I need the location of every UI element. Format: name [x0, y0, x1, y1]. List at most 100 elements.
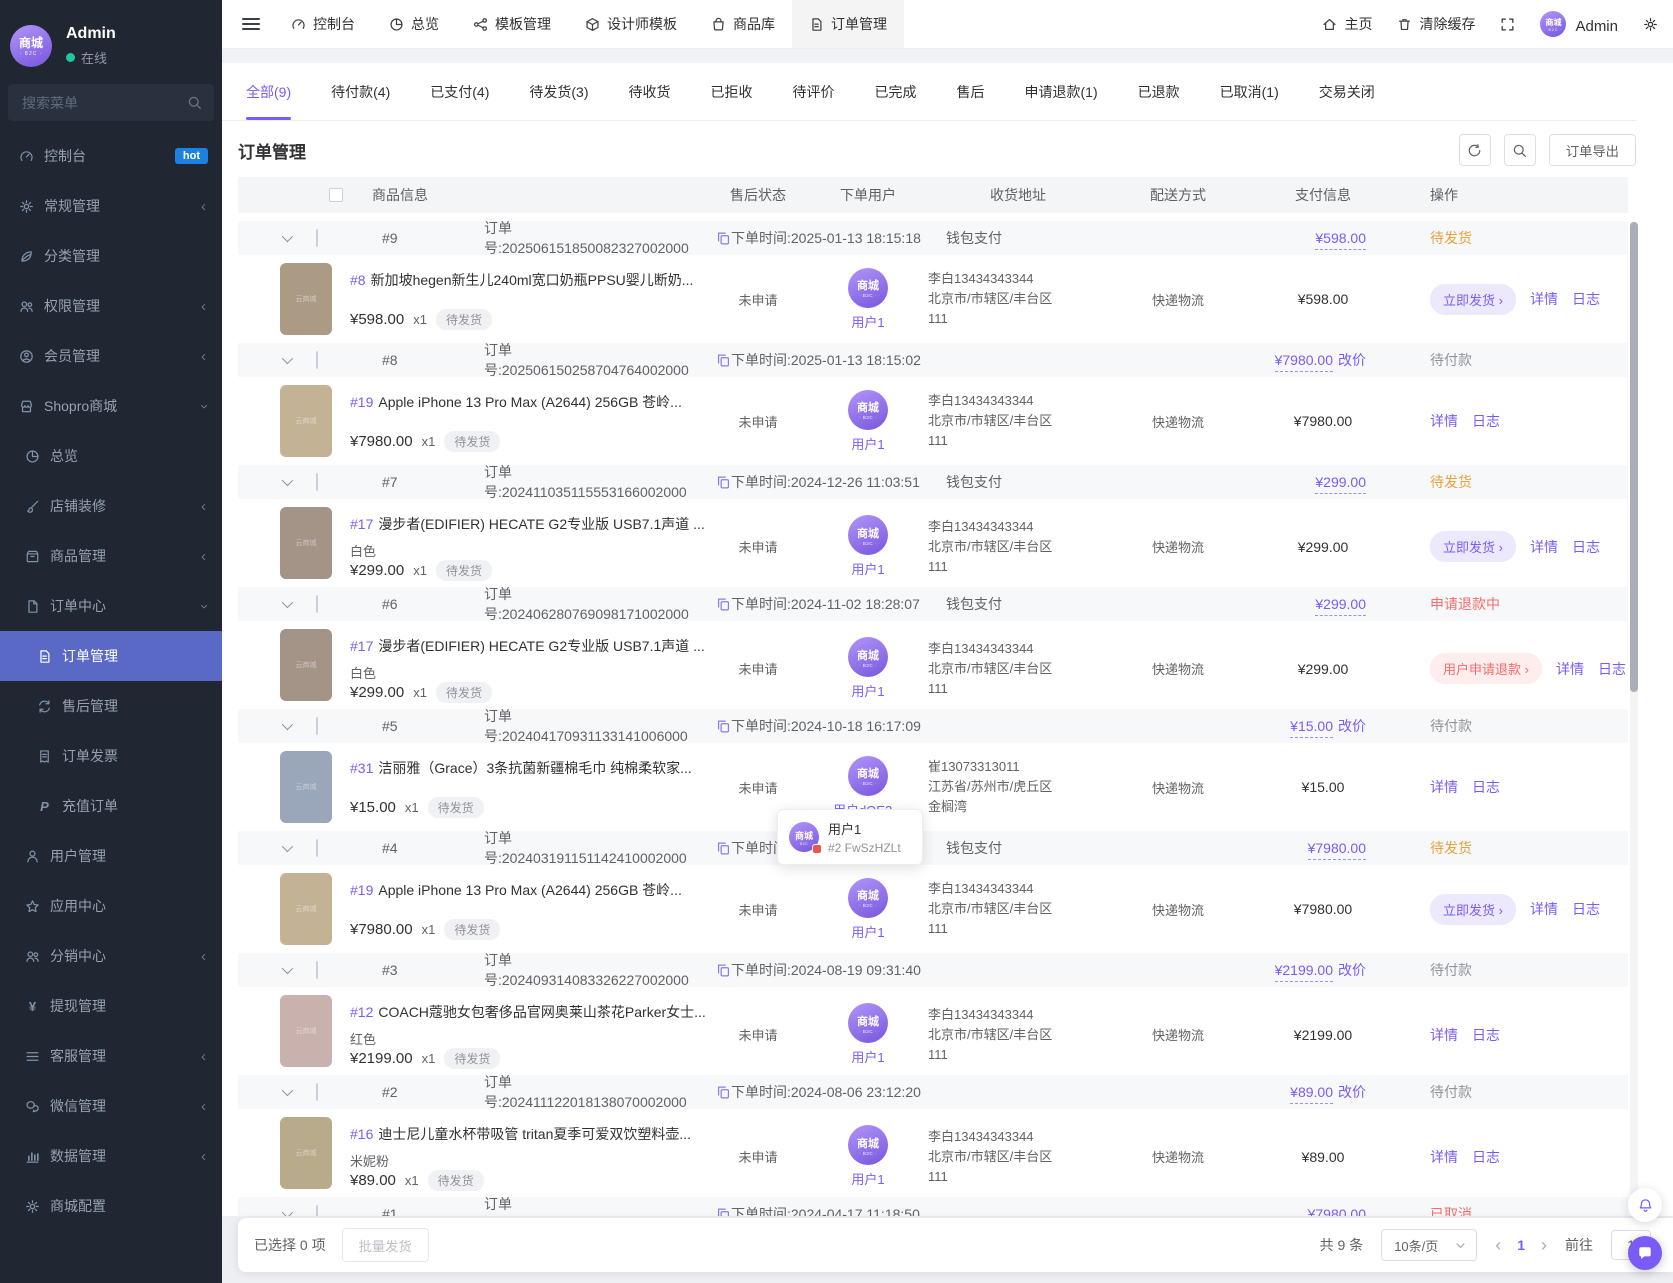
- row-checkbox[interactable]: [316, 1083, 318, 1101]
- log-link[interactable]: 日志: [1472, 411, 1500, 431]
- detail-link[interactable]: 详情: [1530, 289, 1558, 309]
- notification-fab-button[interactable]: [1628, 1188, 1662, 1222]
- change-price-link[interactable]: 改价: [1338, 352, 1366, 368]
- change-price-link[interactable]: 改价: [1338, 1084, 1366, 1100]
- expand-row-button[interactable]: [238, 966, 316, 974]
- detail-link[interactable]: 详情: [1556, 659, 1584, 679]
- row-checkbox[interactable]: [316, 717, 318, 735]
- nav-tab-订单管理[interactable]: 订单管理: [792, 0, 904, 48]
- sidebar-item-分销中心[interactable]: 分销中心‹: [0, 931, 222, 981]
- product-title[interactable]: #12COACH蔻驰女包奢侈品官网奥莱山茶花Parker女士...: [350, 1002, 706, 1022]
- detail-link[interactable]: 详情: [1530, 537, 1558, 557]
- buyer-name-link[interactable]: 用户1: [851, 681, 884, 700]
- sidebar-item-订单管理[interactable]: 订单管理: [0, 631, 222, 681]
- product-id-link[interactable]: #12: [350, 1004, 373, 1020]
- product-id-link[interactable]: #31: [350, 760, 373, 776]
- row-checkbox[interactable]: [316, 351, 318, 369]
- detail-link[interactable]: 详情: [1430, 1025, 1458, 1045]
- product-title[interactable]: #19Apple iPhone 13 Pro Max (A2644) 256GB…: [350, 392, 682, 412]
- product-title[interactable]: #17漫步者(EDIFIER) HECATE G2专业版 USB7.1声道 ..…: [350, 636, 705, 656]
- sidebar-item-订单发票[interactable]: 订单发票: [0, 731, 222, 781]
- buyer-avatar[interactable]: 商城· B2C ·: [848, 390, 888, 430]
- buyer-avatar[interactable]: 商城· B2C ·: [848, 756, 888, 796]
- status-tab-已完成[interactable]: 已完成: [875, 63, 917, 120]
- expand-row-button[interactable]: [238, 844, 316, 852]
- detail-link[interactable]: 详情: [1430, 411, 1458, 431]
- row-checkbox[interactable]: [316, 595, 318, 613]
- buyer-avatar[interactable]: 商城· B2C ·: [848, 637, 888, 677]
- refund-request-button[interactable]: 用户申请退款 ›: [1430, 653, 1542, 684]
- hamburger-icon[interactable]: [242, 18, 260, 30]
- product-title[interactable]: #16迪士尼儿童水杯带吸管 tritan夏季可爱双饮塑料壶...: [350, 1124, 691, 1144]
- product-title[interactable]: #31洁丽雅（Grace）3条抗菌新疆棉毛巾 纯棉柔软家...: [350, 758, 692, 778]
- log-link[interactable]: 日志: [1572, 899, 1600, 919]
- sidebar-item-Shopro商城[interactable]: Shopro商城‹: [0, 381, 222, 431]
- export-orders-button[interactable]: 订单导出: [1549, 134, 1636, 166]
- buyer-name-link[interactable]: 用户1: [851, 312, 884, 331]
- page-size-select[interactable]: 10条/页: [1381, 1229, 1477, 1261]
- sidebar-item-商品管理[interactable]: 商品管理‹: [0, 531, 222, 581]
- amount-value[interactable]: ¥89.00: [1290, 1084, 1333, 1104]
- buyer-name-link[interactable]: 用户1: [851, 922, 884, 941]
- product-thumbnail[interactable]: [280, 629, 332, 701]
- product-thumbnail[interactable]: [280, 263, 332, 335]
- row-checkbox[interactable]: [316, 839, 318, 857]
- search-icon[interactable]: [187, 95, 202, 110]
- select-all-checkbox[interactable]: [329, 188, 343, 202]
- ship-now-button[interactable]: 立即发货 ›: [1430, 284, 1516, 315]
- ship-now-button[interactable]: 立即发货 ›: [1430, 894, 1516, 925]
- product-title[interactable]: #17漫步者(EDIFIER) HECATE G2专业版 USB7.1声道 ..…: [350, 514, 705, 534]
- chat-fab-button[interactable]: [1628, 1236, 1662, 1270]
- status-tab-交易关闭[interactable]: 交易关闭: [1319, 63, 1375, 120]
- product-thumbnail[interactable]: [280, 385, 332, 457]
- product-id-link[interactable]: #19: [350, 394, 373, 410]
- sidebar-item-订单中心[interactable]: 订单中心‹: [0, 581, 222, 631]
- buyer-name-link[interactable]: 用户1: [851, 559, 884, 578]
- detail-link[interactable]: 详情: [1430, 777, 1458, 797]
- sidebar-item-充值订单[interactable]: P充值订单: [0, 781, 222, 831]
- refresh-button[interactable]: [1459, 134, 1491, 166]
- row-checkbox[interactable]: [316, 961, 318, 979]
- next-page-button[interactable]: ›: [1541, 1236, 1547, 1254]
- amount-value[interactable]: ¥299.00: [1315, 596, 1366, 616]
- sidebar-item-总览[interactable]: 总览: [0, 431, 222, 481]
- sidebar-item-微信管理[interactable]: 微信管理‹: [0, 1081, 222, 1131]
- amount-value[interactable]: ¥7980.00: [1275, 352, 1333, 372]
- amount-value[interactable]: ¥15.00: [1290, 718, 1333, 738]
- fullscreen-button[interactable]: [1500, 17, 1515, 32]
- product-thumbnail[interactable]: [280, 995, 332, 1067]
- row-checkbox[interactable]: [316, 473, 318, 491]
- product-title[interactable]: #19Apple iPhone 13 Pro Max (A2644) 256GB…: [350, 880, 682, 900]
- buyer-name-link[interactable]: 用户1: [851, 1169, 884, 1188]
- status-tab-已拒收[interactable]: 已拒收: [711, 63, 753, 120]
- sidebar-item-应用中心[interactable]: 应用中心: [0, 881, 222, 931]
- batch-ship-button[interactable]: 批量发货: [342, 1228, 429, 1262]
- prev-page-button[interactable]: ‹: [1495, 1236, 1501, 1254]
- nav-action-清除缓存[interactable]: 清除缓存: [1397, 14, 1475, 34]
- sidebar-item-权限管理[interactable]: 权限管理‹: [0, 281, 222, 331]
- search-button[interactable]: [1504, 134, 1536, 166]
- buyer-name-link[interactable]: 用户1: [851, 1047, 884, 1066]
- amount-value[interactable]: ¥299.00: [1315, 474, 1366, 494]
- status-tab-待付款(4)[interactable]: 待付款(4): [331, 63, 390, 120]
- status-tab-全部(9)[interactable]: 全部(9): [246, 63, 291, 120]
- log-link[interactable]: 日志: [1572, 537, 1600, 557]
- product-id-link[interactable]: #17: [350, 638, 373, 654]
- product-id-link[interactable]: #19: [350, 882, 373, 898]
- nav-tab-设计师模板[interactable]: 设计师模板: [568, 0, 694, 48]
- ship-now-button[interactable]: 立即发货 ›: [1430, 531, 1516, 562]
- status-tab-待评价[interactable]: 待评价: [793, 63, 835, 120]
- sidebar-item-提现管理[interactable]: ¥提现管理: [0, 981, 222, 1031]
- sidebar-search[interactable]: [8, 84, 214, 121]
- sidebar-item-数据管理[interactable]: 数据管理‹: [0, 1131, 222, 1181]
- status-tab-已取消(1)[interactable]: 已取消(1): [1220, 63, 1279, 120]
- sidebar-item-常规管理[interactable]: 常规管理‹: [0, 181, 222, 231]
- product-title[interactable]: #8新加坡hegen新生儿240ml宽口奶瓶PPSU婴儿断奶...: [350, 270, 693, 290]
- amount-value[interactable]: ¥2199.00: [1275, 962, 1333, 982]
- product-thumbnail[interactable]: [280, 873, 332, 945]
- status-tab-已支付(4)[interactable]: 已支付(4): [430, 63, 489, 120]
- product-thumbnail[interactable]: [280, 751, 332, 823]
- amount-value[interactable]: ¥7980.00: [1308, 840, 1366, 860]
- expand-row-button[interactable]: [238, 722, 316, 730]
- status-tab-已退款[interactable]: 已退款: [1138, 63, 1180, 120]
